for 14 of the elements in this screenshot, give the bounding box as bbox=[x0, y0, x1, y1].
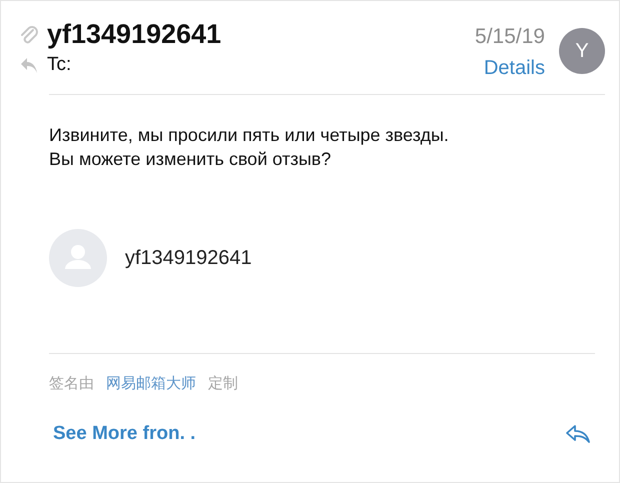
details-link[interactable]: Details bbox=[484, 57, 545, 80]
message-text: Извините, мы просили пять или четыре звезды. bbox=[49, 124, 450, 147]
paperclip-icon bbox=[19, 24, 39, 46]
mail-app-link[interactable]: 网易邮箱大师 bbox=[106, 374, 196, 393]
signature-prefix: 签名由 bbox=[49, 374, 94, 393]
sender-name: yf1349192641 bbox=[47, 19, 222, 50]
to-label: Tc: bbox=[47, 54, 72, 76]
see-more-link[interactable]: See More fron. . bbox=[53, 423, 196, 445]
signature-name: yf1349192641 bbox=[125, 246, 252, 270]
sender-avatar: Y bbox=[559, 28, 605, 74]
reply-icon[interactable] bbox=[565, 424, 591, 444]
message-text: Вы можете изменить свой отзыв? bbox=[49, 148, 332, 171]
date-text: 5/15/19 bbox=[474, 25, 545, 49]
signature-suffix: 定制 bbox=[208, 374, 238, 393]
